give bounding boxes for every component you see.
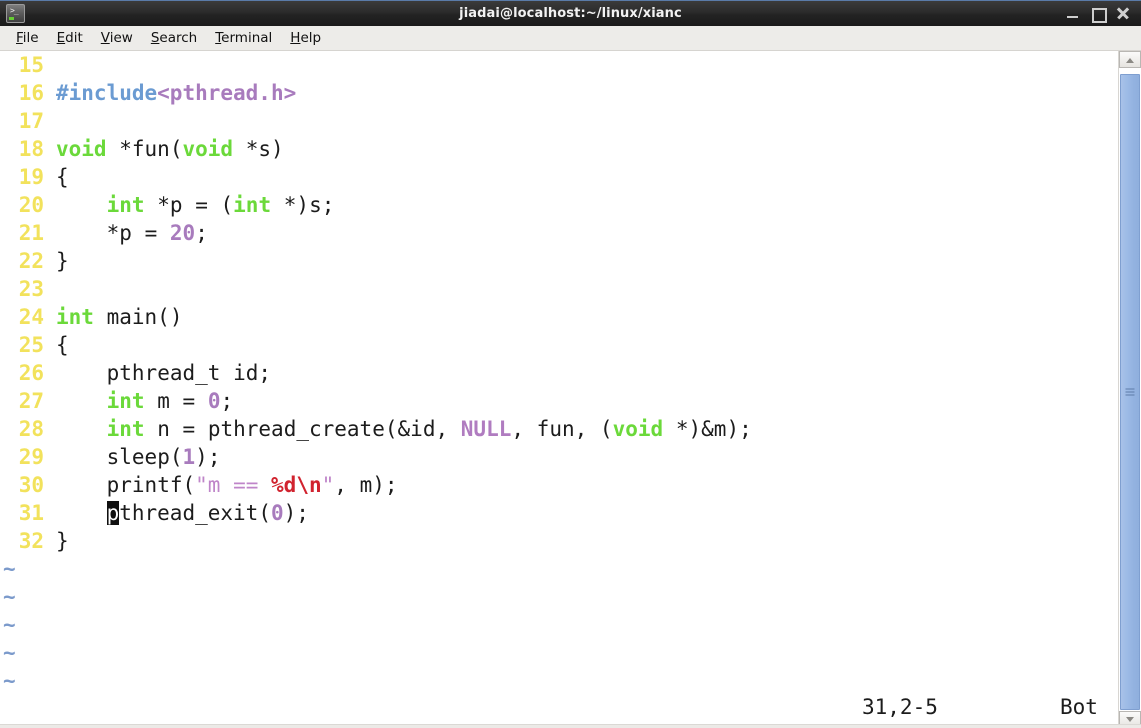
window-bottom-edge [0,724,1141,728]
line-number: 15 [18,53,44,77]
menu-bar: File Edit View Search Terminal Help [0,26,1141,51]
code-line: 24 int main() [0,303,1141,331]
code-listing: 15 16 #include<pthread.h> 17 18 void *fun(voi… [0,51,1141,695]
line-number: 20 [18,193,44,217]
close-icon[interactable] [1116,7,1129,20]
line-number: 16 [18,81,44,105]
tilde-icon: ~ [3,641,16,665]
line-number: 18 [18,137,44,161]
minimize-icon[interactable] [1066,7,1079,20]
code-line: 27 int m = 0; [0,387,1141,415]
line-number: 24 [18,305,44,329]
cursor-position: 31,2-5 [862,695,938,719]
line-number: 26 [18,361,44,385]
code-line: 19{ [0,163,1141,191]
empty-line-marker: ~ [0,667,1141,695]
scrollbar-grip-icon [1125,388,1135,396]
code-line: 18 void *fun(void *s) [0,135,1141,163]
tilde-icon: ~ [3,669,16,693]
menu-item-edit[interactable]: Edit [48,28,92,48]
scrollbar-track[interactable] [1119,68,1141,711]
empty-line-marker: ~ [0,583,1141,611]
code-line: 32} [0,527,1141,555]
title-bar[interactable]: jiadai@localhost:~/linux/xianc [0,0,1141,26]
buffer-location: Bot [1060,695,1098,719]
menu-item-file[interactable]: File [7,28,48,48]
code-line: 29 sleep(1); [0,443,1141,471]
empty-line-marker: ~ [0,555,1141,583]
line-number: 19 [18,165,44,189]
line-number: 25 [18,333,44,357]
vim-status-line: 31,2-5 Bot [0,695,1141,725]
menu-item-view[interactable]: View [92,28,142,48]
maximize-icon[interactable] [1091,7,1107,23]
code-line: 31 pthread_exit(0); [0,499,1141,527]
code-line: 20 int *p = (int *)s; [0,191,1141,219]
menu-item-help[interactable]: Help [281,28,330,48]
empty-line-marker: ~ [0,639,1141,667]
code-line: 25{ [0,331,1141,359]
window-title: jiadai@localhost:~/linux/xianc [459,6,682,21]
tilde-icon: ~ [3,613,16,637]
line-number: 32 [18,529,44,553]
line-number: 30 [18,473,44,497]
line-number: 31 [18,501,44,525]
code-line: 22} [0,247,1141,275]
line-number: 27 [18,389,44,413]
empty-line-marker: ~ [0,611,1141,639]
tilde-icon: ~ [3,557,16,581]
menu-item-search[interactable]: Search [142,28,206,48]
scrollbar-thumb[interactable] [1120,74,1140,710]
menu-item-terminal[interactable]: Terminal [206,28,281,48]
code-line: 15 [0,51,1141,79]
code-line: 28 int n = pthread_create(&id, NULL, fun… [0,415,1141,443]
code-line: 21 *p = 20; [0,219,1141,247]
scroll-up-icon[interactable] [1119,51,1141,68]
window-controls [1066,7,1137,23]
code-line: 16 #include<pthread.h> [0,79,1141,107]
code-line: 17 [0,107,1141,135]
tilde-icon: ~ [3,585,16,609]
terminal-body: 15 16 #include<pthread.h> 17 18 void *fun(voi… [0,51,1141,728]
line-number: 22 [18,249,44,273]
terminal-icon [6,4,25,23]
line-number: 29 [18,445,44,469]
code-line: 26 pthread_t id; [0,359,1141,387]
code-line: 23 [0,275,1141,303]
line-number: 21 [18,221,44,245]
vim-buffer[interactable]: 15 16 #include<pthread.h> 17 18 void *fun(voi… [0,51,1141,728]
line-number: 28 [18,417,44,441]
line-number: 23 [18,277,44,301]
terminal-window: jiadai@localhost:~/linux/xianc File Edit… [0,0,1141,728]
line-number: 17 [18,109,44,133]
vertical-scrollbar[interactable] [1118,51,1141,728]
code-line: 30 printf("m == %d\n", m); [0,471,1141,499]
